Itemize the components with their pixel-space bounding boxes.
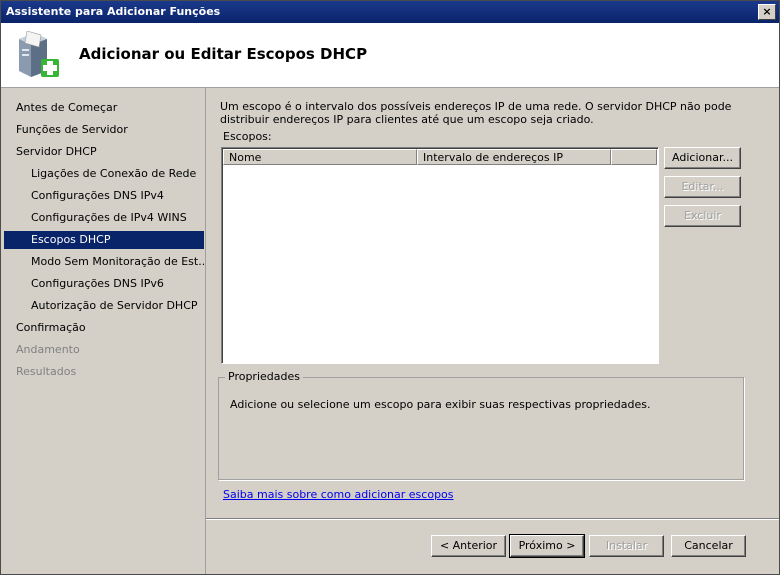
- install-label: Instalar: [605, 539, 648, 552]
- cancel-button[interactable]: Cancelar: [671, 535, 746, 557]
- nav-item-autorizacao[interactable]: Autorização de Servidor DHCP: [4, 297, 204, 315]
- server-add-icon: [19, 31, 59, 77]
- title-bar[interactable]: Assistente para Adicionar Funções ×: [1, 1, 779, 23]
- wizard-window: Assistente para Adicionar Funções × Adic…: [0, 0, 780, 575]
- properties-group: Propriedades Adicione ou selecione um es…: [218, 370, 744, 480]
- install-button: Instalar: [589, 535, 664, 557]
- scopes-label: Escopos:: [223, 130, 272, 143]
- properties-text: Adicione ou selecione um escopo para exi…: [230, 398, 651, 411]
- wizard-content: Um escopo é o intervalo dos possíveis en…: [206, 88, 779, 574]
- nav-item-funcoes-de-servidor[interactable]: Funções de Servidor: [4, 121, 204, 139]
- column-header-blank[interactable]: [611, 149, 657, 165]
- wizard-nav: Antes de Começar Funções de Servidor Ser…: [1, 88, 206, 574]
- cancel-label: Cancelar: [684, 539, 733, 552]
- delete-scope-label: Excluir: [684, 209, 721, 222]
- back-label: < Anterior: [439, 539, 498, 552]
- nav-item-resultados: Resultados: [16, 365, 77, 378]
- nav-item-dns-ipv4[interactable]: Configurações DNS IPv4: [4, 187, 204, 205]
- nav-item-wins-ipv4[interactable]: Configurações de IPv4 WINS: [4, 209, 204, 227]
- nav-item-antes-de-comecar[interactable]: Antes de Começar: [4, 99, 204, 117]
- back-button[interactable]: < Anterior: [431, 535, 506, 557]
- footer-divider: [206, 518, 779, 520]
- edit-scope-label: Editar...: [681, 180, 724, 193]
- window-title: Assistente para Adicionar Funções: [6, 5, 221, 18]
- scopes-list[interactable]: Nome Intervalo de endereços IP: [221, 147, 659, 364]
- next-label: Próximo >: [518, 539, 576, 552]
- page-title: Adicionar ou Editar Escopos DHCP: [79, 45, 368, 63]
- wizard-header: Adicionar ou Editar Escopos DHCP: [1, 23, 779, 88]
- delete-scope-button: Excluir: [664, 205, 741, 227]
- nav-item-dns-ipv6[interactable]: Configurações DNS IPv6: [4, 275, 204, 293]
- nav-item-confirmacao[interactable]: Confirmação: [4, 319, 204, 337]
- column-header-ip-range[interactable]: Intervalo de endereços IP: [417, 149, 611, 165]
- edit-scope-button: Editar...: [664, 176, 741, 198]
- nav-item-servidor-dhcp[interactable]: Servidor DHCP: [4, 143, 204, 161]
- add-scope-label: Adicionar...: [672, 151, 733, 164]
- nav-item-modo-sem-monitoracao[interactable]: Modo Sem Monitoração de Est...: [4, 253, 204, 271]
- help-link[interactable]: Saiba mais sobre como adicionar escopos: [223, 488, 454, 501]
- column-header-name[interactable]: Nome: [223, 149, 417, 165]
- close-button[interactable]: ×: [758, 4, 776, 20]
- nav-item-andamento: Andamento: [16, 343, 80, 356]
- nav-item-escopos-dhcp[interactable]: Escopos DHCP: [4, 231, 204, 249]
- next-button[interactable]: Próximo >: [509, 534, 585, 558]
- page-description: Um escopo é o intervalo dos possíveis en…: [220, 100, 732, 126]
- add-scope-button[interactable]: Adicionar...: [664, 147, 741, 169]
- nav-item-ligacoes[interactable]: Ligações de Conexão de Rede: [4, 165, 204, 183]
- properties-title: Propriedades: [225, 370, 303, 383]
